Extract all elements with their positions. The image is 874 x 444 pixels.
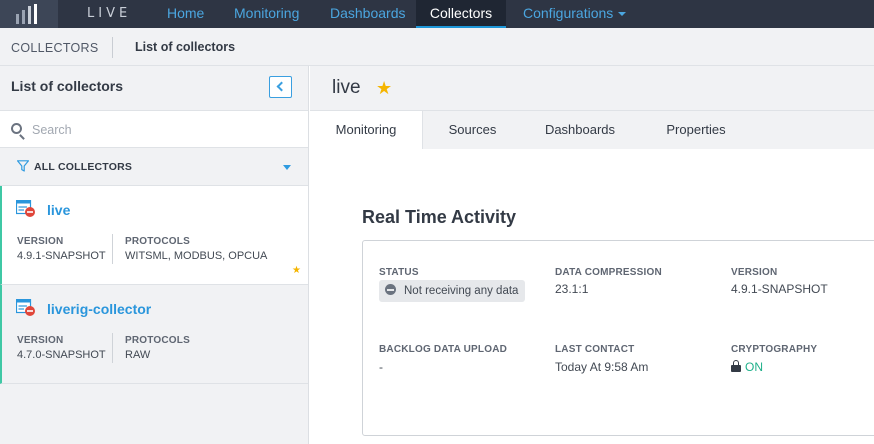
tab-sources[interactable]: Sources: [435, 111, 510, 149]
caret-down-icon: [618, 12, 627, 17]
version-value: 4.9.1-SNAPSHOT: [731, 282, 828, 296]
protocols-value: WITSML, MODBUS, OPCUA: [125, 250, 268, 262]
version-label: VERSION: [17, 335, 64, 346]
section-title: Real Time Activity: [362, 207, 517, 227]
nav-configurations[interactable]: Configurations: [523, 0, 627, 28]
nav-collectors[interactable]: Collectors: [416, 0, 506, 28]
brand-wordmark: LIVE: [87, 6, 132, 21]
breadcrumb-divider: [112, 37, 113, 58]
status-value: Not receiving any data: [404, 285, 519, 297]
backlog-label: BACKLOG DATA UPLOAD: [379, 344, 508, 355]
card-divider: [112, 234, 113, 264]
nav-dashboards[interactable]: Dashboards: [330, 0, 406, 28]
search-bar: [0, 110, 308, 148]
cryptography-value: ON: [745, 360, 763, 374]
filter-icon: [17, 160, 29, 172]
nav-monitoring[interactable]: Monitoring: [234, 0, 299, 28]
tab-dashboards[interactable]: Dashboards: [535, 111, 625, 149]
logo-bars-icon: [16, 4, 37, 24]
version-value: 4.9.1-SNAPSHOT: [17, 250, 106, 262]
collectors-sidebar: List of collectors ALL COLLECTORS live V…: [0, 66, 309, 444]
collector-status-icon: [16, 299, 35, 316]
top-navbar: LIVE Home Monitoring Dashboards Collecto…: [0, 0, 874, 28]
breadcrumb: COLLECTORS List of collectors: [0, 28, 874, 66]
tab-monitoring[interactable]: Monitoring: [310, 111, 423, 149]
real-time-activity-panel: STATUS Not receiving any data DATA COMPR…: [362, 240, 874, 436]
last-contact-label: LAST CONTACT: [555, 344, 635, 355]
chevron-left-icon: [276, 81, 287, 92]
card-divider: [112, 333, 113, 363]
protocols-label: PROTOCOLS: [125, 335, 190, 346]
favorite-star-icon[interactable]: ★: [376, 78, 392, 99]
tab-properties[interactable]: Properties: [655, 111, 737, 149]
status-label: STATUS: [379, 267, 419, 278]
collector-tabs: Monitoring Sources Dashboards Properties: [310, 111, 874, 149]
filter-label: ALL COLLECTORS: [34, 161, 133, 173]
cryptography-status: ON: [731, 360, 763, 374]
data-compression-value: 23.1:1: [555, 282, 589, 296]
collector-status-icon: [16, 200, 35, 217]
collector-card-live[interactable]: live VERSION 4.9.1-SNAPSHOT PROTOCOLS WI…: [0, 186, 308, 285]
protocols-label: PROTOCOLS: [125, 236, 190, 247]
lock-icon: [731, 360, 741, 373]
breadcrumb-section[interactable]: COLLECTORS: [11, 41, 99, 55]
collectors-filter-dropdown[interactable]: ALL COLLECTORS: [0, 148, 308, 186]
cryptography-label: CRYPTOGRAPHY: [731, 344, 818, 355]
search-icon: [11, 123, 22, 134]
nav-home[interactable]: Home: [167, 0, 204, 28]
search-input[interactable]: [32, 120, 292, 140]
caret-down-icon: [283, 165, 291, 170]
backlog-value: -: [379, 360, 383, 374]
last-contact-value: Today At 9:58 Am: [555, 360, 649, 374]
collapse-sidebar-button[interactable]: [269, 76, 292, 98]
nav-configurations-label: Configurations: [523, 5, 614, 21]
collector-header: live ★: [310, 66, 874, 111]
collector-title: live: [332, 77, 361, 98]
collector-name: liverig-collector: [47, 301, 152, 317]
collector-name: live: [47, 202, 71, 218]
breadcrumb-current: List of collectors: [135, 40, 236, 54]
protocols-value: RAW: [125, 349, 151, 361]
app-logo[interactable]: [0, 0, 58, 28]
data-compression-label: DATA COMPRESSION: [555, 267, 662, 278]
version-label: VERSION: [731, 267, 778, 278]
sidebar-title: List of collectors: [11, 78, 124, 94]
collector-card-liverig-collector[interactable]: liverig-collector VERSION 4.7.0-SNAPSHOT…: [0, 285, 308, 384]
not-receiving-icon: [385, 284, 396, 296]
version-value: 4.7.0-SNAPSHOT: [17, 349, 106, 361]
version-label: VERSION: [17, 236, 64, 247]
favorite-star-icon[interactable]: ★: [292, 265, 301, 276]
status-badge: Not receiving any data: [379, 280, 526, 302]
